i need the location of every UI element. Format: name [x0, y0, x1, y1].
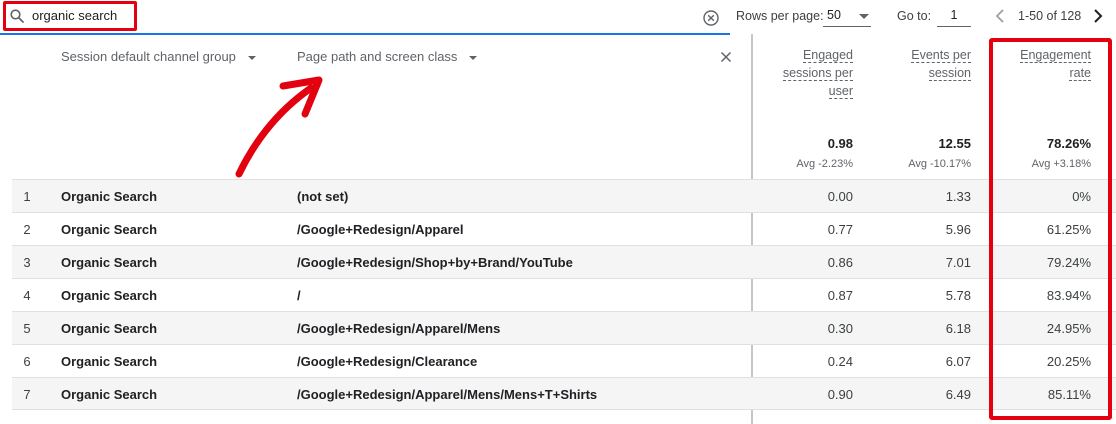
metric-total: 0.98: [827, 136, 853, 151]
metric-cell: 0.87: [827, 288, 853, 303]
path-cell: /Google+Redesign/Apparel/Mens: [297, 321, 501, 336]
metric-cell: 0.77: [827, 222, 853, 237]
close-icon[interactable]: [720, 51, 732, 63]
goto-page-value: 1: [950, 8, 958, 22]
path-cell: /: [297, 288, 301, 303]
chevron-right-icon[interactable]: [1092, 8, 1104, 24]
table-row[interactable]: 3 Organic Search /Google+Redesign/Shop+b…: [12, 245, 1116, 278]
table-toolbar: organic search Rows per page: 50 Go to: …: [0, 0, 1116, 35]
search-highlight-box: [3, 1, 137, 31]
search-bar[interactable]: organic search: [0, 0, 730, 35]
metric-total: 12.55: [938, 136, 971, 151]
chevron-down-icon: [469, 55, 478, 60]
metric-avg: Avg -2.23%: [796, 158, 853, 170]
metric-header-line: sessions per: [782, 66, 853, 81]
metric-cell: 0.90: [827, 387, 853, 402]
chevron-down-icon: [859, 14, 869, 19]
engagement-rate-highlight-box: [989, 38, 1112, 420]
metric-header-line: Engaged: [802, 48, 853, 63]
metric-header-events-per-session[interactable]: Events per session: [861, 46, 971, 82]
rows-per-page-label: Rows per page:: [736, 9, 824, 23]
channel-cell: Organic Search: [61, 354, 158, 369]
table-row[interactable]: 4 Organic Search / 0.87 5.78 83.94%: [12, 278, 1116, 311]
chevron-left-icon[interactable]: [994, 8, 1006, 24]
row-index: 2: [23, 222, 31, 237]
metric-header-line: session: [928, 66, 971, 81]
dimension-header-channel-label: Session default channel group: [61, 49, 236, 64]
table-row[interactable]: 7 Organic Search /Google+Redesign/Appare…: [12, 377, 1116, 410]
pagination-range: 1-50 of 128: [1018, 9, 1082, 23]
red-arrow-icon: [235, 76, 323, 178]
metric-cell: 7.01: [945, 255, 971, 270]
row-index: 5: [23, 321, 31, 336]
dimension-header-path[interactable]: Page path and screen class: [297, 49, 478, 64]
clear-circle-icon[interactable]: [702, 9, 720, 27]
row-index: 4: [23, 288, 31, 303]
metric-cell: 1.33: [945, 189, 971, 204]
row-index: 7: [23, 387, 31, 402]
goto-label: Go to:: [897, 9, 932, 23]
path-cell: /Google+Redesign/Apparel/Mens/Mens+T+Shi…: [297, 387, 598, 402]
channel-cell: Organic Search: [61, 222, 158, 237]
metric-cell: 0.00: [827, 189, 853, 204]
metric-cell: 6.07: [945, 354, 971, 369]
path-cell: /Google+Redesign/Clearance: [297, 354, 478, 369]
path-cell: (not set): [297, 189, 349, 204]
table-row[interactable]: 5 Organic Search /Google+Redesign/Appare…: [12, 311, 1116, 344]
rows-per-page-value: 50: [827, 8, 841, 22]
path-cell: /Google+Redesign/Shop+by+Brand/YouTube: [297, 255, 573, 270]
channel-cell: Organic Search: [61, 387, 158, 402]
goto-page-input[interactable]: 1: [937, 4, 971, 27]
metric-header-engaged-sessions[interactable]: Engaged sessions per user: [743, 46, 853, 100]
path-cell: /Google+Redesign/Apparel: [297, 222, 464, 237]
metric-header-line: Events per: [911, 48, 971, 63]
metric-header-line: user: [828, 84, 853, 99]
row-index: 1: [23, 189, 31, 204]
metric-cell: 0.24: [827, 354, 853, 369]
metric-cell: 0.30: [827, 321, 853, 336]
table-header: Session default channel group Page path …: [0, 34, 1116, 179]
dimension-header-path-label: Page path and screen class: [297, 49, 458, 64]
metric-cell: 5.96: [945, 222, 971, 237]
table-row[interactable]: 1 Organic Search (not set) 0.00 1.33 0%: [12, 179, 1116, 212]
metric-cell: 6.18: [945, 321, 971, 336]
dimension-header-channel[interactable]: Session default channel group: [61, 49, 256, 64]
metric-avg: Avg -10.17%: [908, 158, 971, 170]
metric-cell: 0.86: [827, 255, 853, 270]
channel-cell: Organic Search: [61, 288, 158, 303]
metric-cell: 6.49: [945, 387, 971, 402]
channel-cell: Organic Search: [61, 255, 158, 270]
row-index: 3: [23, 255, 31, 270]
channel-cell: Organic Search: [61, 189, 158, 204]
table-row[interactable]: 2 Organic Search /Google+Redesign/Appare…: [12, 212, 1116, 245]
row-index: 6: [23, 354, 31, 369]
chevron-down-icon: [247, 55, 256, 60]
data-table: 1 Organic Search (not set) 0.00 1.33 0% …: [12, 179, 1116, 410]
metric-cell: 5.78: [945, 288, 971, 303]
channel-cell: Organic Search: [61, 321, 158, 336]
rows-per-page-select[interactable]: 50: [823, 4, 871, 27]
table-row[interactable]: 6 Organic Search /Google+Redesign/Cleara…: [12, 344, 1116, 377]
